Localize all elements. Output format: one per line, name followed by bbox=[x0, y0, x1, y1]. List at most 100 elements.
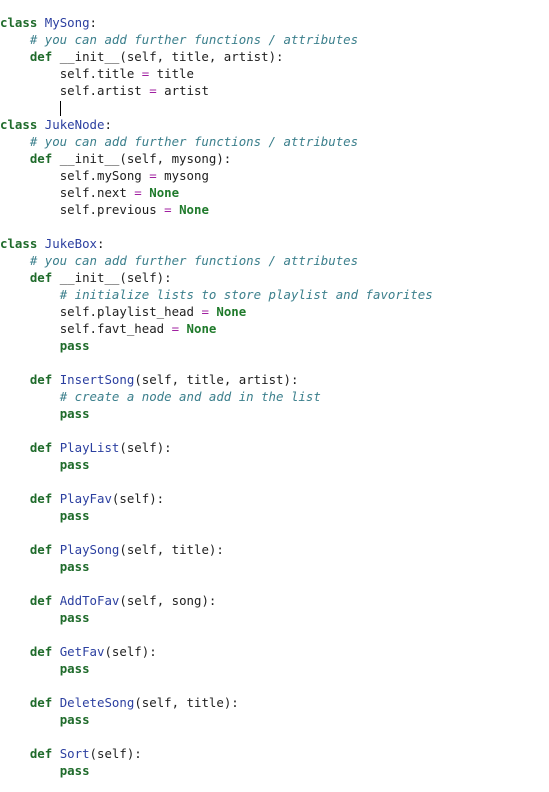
keyword-token: pass bbox=[59, 559, 90, 574]
code-line[interactable] bbox=[0, 524, 549, 541]
code-text: __init__(self, title, artist): bbox=[52, 49, 284, 64]
comment-token: # create a node and add in the list bbox=[59, 389, 321, 404]
keyword-token: pass bbox=[59, 457, 90, 472]
code-line[interactable]: # initialize lists to store playlist and… bbox=[0, 286, 549, 303]
code-line[interactable]: def GetFav(self): bbox=[0, 643, 549, 660]
code-line[interactable] bbox=[0, 354, 549, 371]
code-line[interactable] bbox=[0, 575, 549, 592]
code-text: self.next bbox=[59, 185, 135, 200]
constant-token: None bbox=[216, 304, 247, 319]
code-text: : bbox=[104, 117, 112, 132]
code-line[interactable]: def PlayFav(self): bbox=[0, 490, 549, 507]
code-line[interactable]: pass bbox=[0, 456, 549, 473]
code-line[interactable]: pass bbox=[0, 711, 549, 728]
keyword-token: def bbox=[29, 491, 53, 506]
comment-token: # initialize lists to store playlist and… bbox=[59, 287, 433, 302]
code-line[interactable]: def InsertSong(self, title, artist): bbox=[0, 371, 549, 388]
code-line[interactable]: self.favt_head = None bbox=[0, 320, 549, 337]
code-line[interactable]: class MySong: bbox=[0, 14, 549, 31]
code-line[interactable]: def AddToFav(self, song): bbox=[0, 592, 549, 609]
code-line[interactable]: pass bbox=[0, 558, 549, 575]
code-text: self.title bbox=[59, 66, 142, 81]
class-name-token: JukeNode bbox=[44, 117, 105, 132]
code-line[interactable]: class JukeBox: bbox=[0, 235, 549, 252]
code-line[interactable]: pass bbox=[0, 337, 549, 354]
code-line[interactable]: def __init__(self, title, artist): bbox=[0, 48, 549, 65]
function-name-token: PlayFav bbox=[59, 491, 112, 506]
code-line[interactable]: def PlayList(self): bbox=[0, 439, 549, 456]
code-line[interactable] bbox=[0, 728, 549, 745]
function-name-token: Sort bbox=[59, 746, 90, 761]
code-line[interactable]: self.title = title bbox=[0, 65, 549, 82]
operator-token: = bbox=[171, 321, 180, 336]
code-line[interactable]: def __init__(self): bbox=[0, 269, 549, 286]
code-line[interactable] bbox=[0, 473, 549, 490]
code-editor[interactable]: class MySong: # you can add further func… bbox=[0, 14, 549, 779]
code-line[interactable] bbox=[0, 422, 549, 439]
class-name-token: MySong bbox=[44, 15, 90, 30]
code-line[interactable]: self.previous = None bbox=[0, 201, 549, 218]
code-line[interactable]: # you can add further functions / attrib… bbox=[0, 252, 549, 269]
code-line[interactable]: self.mySong = mysong bbox=[0, 167, 549, 184]
code-line[interactable]: pass bbox=[0, 660, 549, 677]
function-name-token: InsertSong bbox=[59, 372, 135, 387]
code-text: : bbox=[97, 236, 105, 251]
operator-token: = bbox=[149, 168, 157, 183]
code-text: (self): bbox=[89, 746, 142, 761]
keyword-token: pass bbox=[59, 338, 90, 353]
code-line[interactable]: self.next = None bbox=[0, 184, 549, 201]
class-name-token: JukeBox bbox=[44, 236, 97, 251]
keyword-token: def bbox=[29, 593, 53, 608]
keyword-token: def bbox=[29, 440, 53, 455]
comment-token: # you can add further functions / attrib… bbox=[29, 253, 359, 268]
code-text: title bbox=[149, 66, 194, 81]
code-line[interactable]: # you can add further functions / attrib… bbox=[0, 133, 549, 150]
code-line[interactable]: self.artist = artist bbox=[0, 82, 549, 99]
code-line[interactable]: def PlaySong(self, title): bbox=[0, 541, 549, 558]
code-line[interactable]: def Sort(self): bbox=[0, 745, 549, 762]
operator-token: = bbox=[164, 202, 172, 217]
code-text: (self): bbox=[111, 491, 165, 506]
code-line[interactable]: def DeleteSong(self, title): bbox=[0, 694, 549, 711]
code-line[interactable] bbox=[0, 99, 549, 116]
keyword-token: def bbox=[29, 695, 53, 710]
code-line[interactable]: self.playlist_head = None bbox=[0, 303, 549, 320]
operator-token: = bbox=[149, 83, 157, 98]
code-text: self.artist bbox=[59, 83, 150, 98]
code-line[interactable]: pass bbox=[0, 609, 549, 626]
code-line[interactable]: pass bbox=[0, 762, 549, 779]
code-line[interactable]: def __init__(self, mysong): bbox=[0, 150, 549, 167]
code-line[interactable] bbox=[0, 218, 549, 235]
code-line[interactable] bbox=[0, 626, 549, 643]
code-line[interactable]: # you can add further functions / attrib… bbox=[0, 31, 549, 48]
code-line[interactable]: class JukeNode: bbox=[0, 116, 549, 133]
code-line[interactable]: pass bbox=[0, 405, 549, 422]
keyword-token: pass bbox=[59, 610, 90, 625]
code-line[interactable]: # create a node and add in the list bbox=[0, 388, 549, 405]
code-line[interactable] bbox=[0, 677, 549, 694]
code-line[interactable]: pass bbox=[0, 507, 549, 524]
code-text: self.mySong bbox=[59, 168, 150, 183]
code-text: (self, title): bbox=[119, 542, 224, 557]
